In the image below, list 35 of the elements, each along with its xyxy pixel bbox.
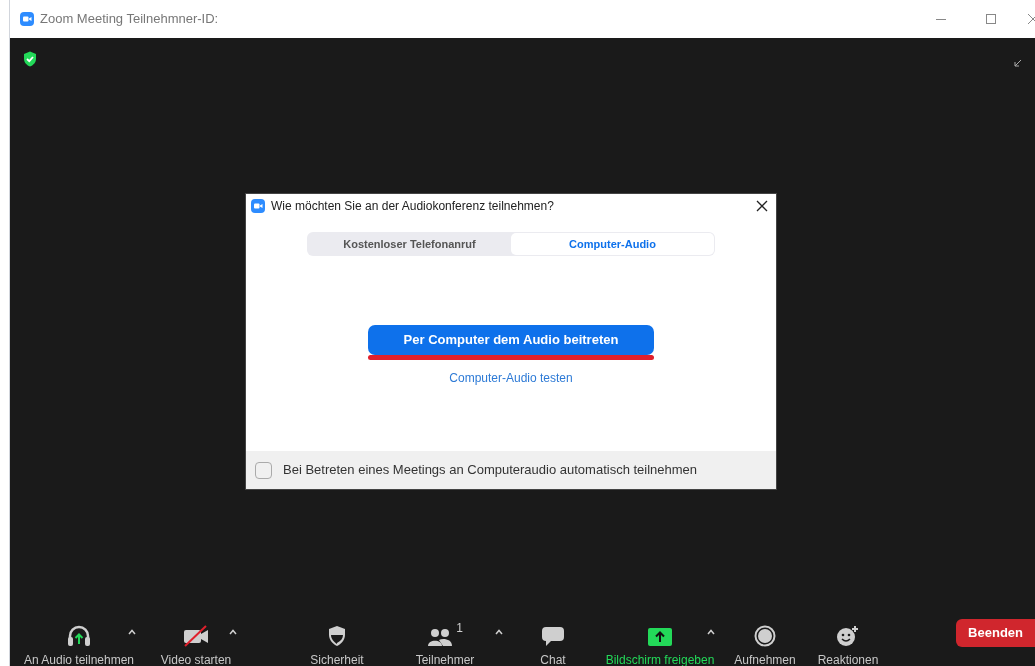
- smiley-plus-icon[interactable]: [836, 625, 860, 647]
- caret-icon[interactable]: [128, 629, 136, 635]
- caret-icon[interactable]: [707, 629, 715, 635]
- headphones-icon[interactable]: [66, 625, 92, 647]
- auto-join-label: Bei Betreten eines Meetings an Computeraudio automatisch teilnehmen: [283, 461, 698, 480]
- shield-check-icon[interactable]: [23, 51, 37, 67]
- join-audio-button[interactable]: Per Computer dem Audio beitreten: [368, 325, 654, 355]
- toolbar-label[interactable]: An Audio teilnehmen: [23, 651, 135, 666]
- toolbar-label[interactable]: Bildschirm freigeben: [605, 651, 715, 666]
- audio-tab[interactable]: Computer-Audio: [511, 233, 714, 255]
- people-icon[interactable]: [427, 627, 454, 647]
- window-title: Zoom Meeting Teilnehmner-ID:: [40, 10, 219, 29]
- toolbar-label[interactable]: Chat: [540, 651, 566, 666]
- toolbar-label[interactable]: Teilnehmer: [415, 651, 475, 666]
- toolbar-label[interactable]: Video starten: [160, 651, 232, 666]
- camera-off-icon[interactable]: [182, 625, 210, 647]
- caret-icon[interactable]: [229, 629, 237, 635]
- test-audio-link[interactable]: Computer-Audio testen: [449, 369, 573, 387]
- toolbar-label[interactable]: Reaktionen: [817, 651, 879, 666]
- chat-bubble-icon[interactable]: [541, 625, 565, 647]
- end-meeting-button[interactable]: Beenden: [956, 619, 1035, 647]
- app-logo-icon: [251, 199, 265, 213]
- auto-join-checkbox[interactable]: [255, 461, 272, 479]
- maximize-icon[interactable]: [985, 13, 997, 25]
- record-icon[interactable]: [754, 625, 776, 647]
- close-icon[interactable]: [756, 200, 768, 212]
- app-logo-icon: [20, 12, 34, 26]
- caret-icon[interactable]: [495, 629, 503, 635]
- toolbar-label[interactable]: Sicherheit: [310, 651, 364, 666]
- audio-tab[interactable]: Kostenloser Telefonanruf: [308, 233, 511, 255]
- shield-icon[interactable]: [327, 625, 347, 647]
- participant-count: 1: [456, 620, 463, 637]
- toolbar-label[interactable]: Aufnehmen: [734, 651, 796, 666]
- share-screen-icon[interactable]: [647, 627, 673, 647]
- dialog-title: Wie möchten Sie an der Audiokonferenz teilnehmen?: [271, 198, 554, 215]
